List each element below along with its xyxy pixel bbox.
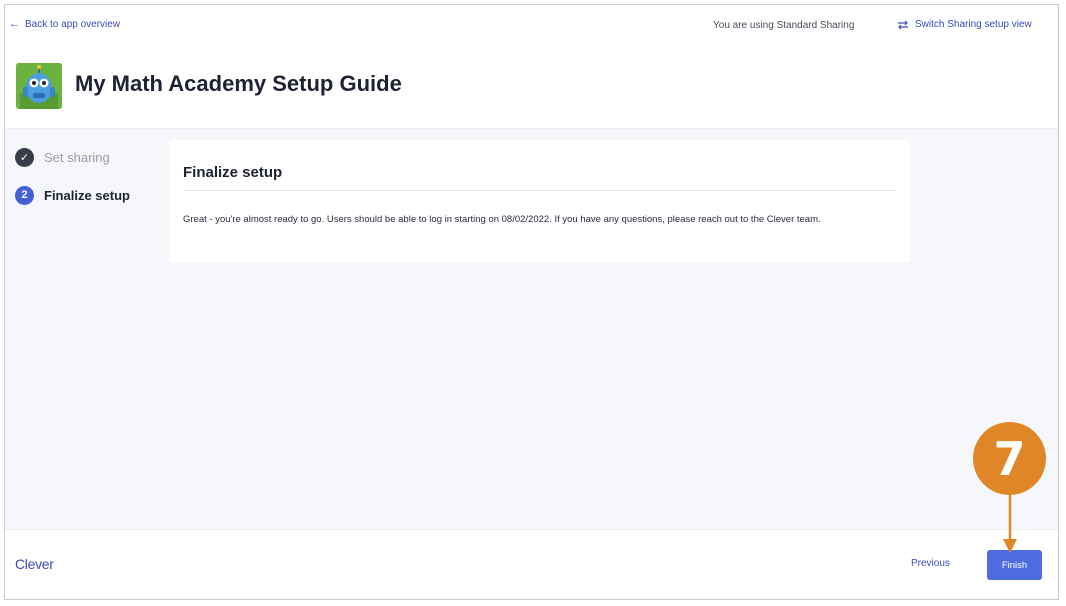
step-number: 2 — [15, 185, 34, 205]
divider — [183, 190, 896, 191]
previous-button[interactable]: Previous — [911, 558, 950, 569]
finalize-setup-card: Finalize setup Great - you're almost rea… — [169, 140, 910, 262]
arrow-down-icon — [1003, 493, 1017, 553]
step-label: Set sharing — [44, 149, 110, 165]
step-label: Finalize setup — [44, 187, 130, 203]
robot-mascot-icon — [16, 63, 62, 109]
card-body-text: Great - you're almost ready to go. Users… — [183, 214, 821, 225]
sharing-status-text: You are using Standard Sharing — [713, 20, 855, 31]
arrow-left-icon: ← — [9, 18, 20, 30]
footer-bar: Clever Previous Finish — [5, 529, 1058, 599]
clever-logo: Clever — [15, 556, 54, 572]
card-title: Finalize setup — [183, 164, 283, 181]
setup-guide-window: ← Back to app overview You are using Sta… — [4, 4, 1059, 600]
step-finalize-setup[interactable]: 2 Finalize setup — [15, 185, 130, 205]
page-title: My Math Academy Setup Guide — [75, 71, 402, 96]
back-to-app-overview-link[interactable]: ← Back to app overview — [9, 18, 121, 31]
check-icon: ✓ — [15, 147, 34, 167]
switch-link-label: Switch Sharing setup view — [915, 19, 1032, 30]
swap-arrows-icon — [898, 20, 908, 29]
app-logo — [16, 63, 62, 109]
step-callout-badge: 7 — [973, 422, 1046, 495]
setup-steps: ✓ Set sharing 2 Finalize setup — [15, 147, 130, 223]
step-set-sharing[interactable]: ✓ Set sharing — [15, 147, 130, 167]
header-bar: ← Back to app overview You are using Sta… — [5, 5, 1058, 129]
back-link-label: Back to app overview — [25, 19, 121, 30]
switch-sharing-setup-view-link[interactable]: Switch Sharing setup view — [897, 19, 1032, 30]
